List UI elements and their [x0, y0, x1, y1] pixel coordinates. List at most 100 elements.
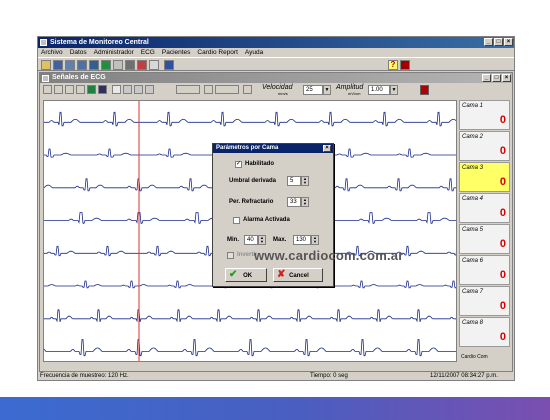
- measure-icon[interactable]: [123, 85, 132, 94]
- speed-select[interactable]: 25: [303, 85, 323, 95]
- watermark: www.cardiocom.com.ar: [254, 248, 404, 263]
- maximize-button[interactable]: □: [494, 38, 503, 46]
- bed-3[interactable]: Cama 3 0: [459, 162, 510, 192]
- bed-value: 0: [499, 269, 506, 281]
- ecg-window-titlebar[interactable]: Señales de ECG _ □ ×: [40, 73, 512, 83]
- ecg-window-icon: [42, 75, 49, 82]
- alarm-icon[interactable]: [137, 60, 147, 70]
- menu-pacientes[interactable]: Pacientes: [162, 48, 191, 57]
- window-controls: _ □ ×: [484, 38, 513, 46]
- dialog-title: Parámetros por Cama: [216, 145, 279, 151]
- max-input[interactable]: 130: [293, 235, 311, 245]
- patient-icon[interactable]: [101, 60, 111, 70]
- bed-name: Cama 5: [462, 227, 484, 233]
- max-spinner-icon[interactable]: ▲ ▼: [311, 235, 319, 245]
- app-title: Sistema de Monitoreo Central: [50, 39, 149, 46]
- bed-7[interactable]: Cama 7 0: [459, 286, 510, 316]
- next-icon[interactable]: [65, 85, 74, 94]
- zoom-icon[interactable]: [112, 85, 121, 94]
- save-icon[interactable]: [53, 60, 63, 70]
- bed-value: 0: [499, 207, 506, 219]
- ecg-close-button[interactable]: ×: [502, 74, 511, 82]
- menu-administrador[interactable]: Administrador: [94, 48, 134, 57]
- scroll-left-arrow-icon[interactable]: [204, 85, 213, 94]
- bed-2[interactable]: Cama 2 0: [459, 131, 510, 161]
- settings-icon[interactable]: [125, 60, 135, 70]
- stop-icon[interactable]: [420, 85, 429, 95]
- bed-5[interactable]: Cama 5 0: [459, 224, 510, 254]
- monitor-icon[interactable]: [65, 60, 75, 70]
- bed-8[interactable]: Cama 8 0: [459, 317, 510, 347]
- screen: Sistema de Monitoreo Central _ □ × Archi…: [0, 0, 550, 420]
- bed-name: Cama 6: [462, 258, 484, 264]
- bottom-band: [0, 397, 550, 420]
- bed-6[interactable]: Cama 6 0: [459, 255, 510, 285]
- ok-button[interactable]: ✔ OK: [225, 268, 267, 282]
- prev-icon[interactable]: [54, 85, 63, 94]
- menubar: Archivo Datos Administrador ECG Paciente…: [38, 48, 514, 57]
- minimize-button[interactable]: _: [484, 38, 493, 46]
- bed-value: 0: [499, 176, 506, 188]
- bed-parameters-dialog: Parámetros por Cama × ✓ Habilitado Umbra…: [212, 143, 334, 287]
- record-icon[interactable]: [87, 85, 96, 94]
- time-status: Tiempo: 0 seg: [310, 373, 348, 379]
- first-icon[interactable]: [43, 85, 52, 94]
- amplitude-label: Amplitud: [336, 84, 364, 91]
- open-folder-icon[interactable]: [41, 60, 51, 70]
- invert-checkbox[interactable]: [227, 252, 234, 259]
- scroll-right-track[interactable]: [215, 85, 239, 94]
- datetime-status: 12/11/2007 08:34:27 p.m.: [430, 373, 498, 379]
- help-icon[interactable]: ?: [388, 60, 398, 70]
- disabled-tool-icon[interactable]: [113, 60, 123, 70]
- dialog-close-button[interactable]: ×: [323, 145, 331, 152]
- calibrate-icon[interactable]: [145, 85, 154, 94]
- threshold-spinner-icon[interactable]: ▲ ▼: [301, 176, 309, 186]
- speed-dropdown-icon[interactable]: ▼: [323, 85, 331, 95]
- bed-1[interactable]: Cama 1 0: [459, 100, 510, 130]
- amplitude-dropdown-icon[interactable]: ▼: [390, 85, 398, 95]
- exit-icon[interactable]: [400, 60, 410, 70]
- chart-icon[interactable]: [89, 60, 99, 70]
- menu-archivo[interactable]: Archivo: [41, 48, 63, 57]
- pause-icon[interactable]: [76, 85, 85, 94]
- ecg-maximize-button[interactable]: □: [492, 74, 501, 82]
- scroll-right-arrow-icon[interactable]: [243, 85, 252, 94]
- min-input[interactable]: 40: [244, 235, 258, 245]
- alarm-label: Alarma Activada: [243, 217, 290, 223]
- menu-cardio-report[interactable]: Cardio Report: [197, 48, 237, 57]
- grid-icon[interactable]: [134, 85, 143, 94]
- ecg-trace-bed-7: [44, 309, 456, 323]
- amplitude-unit: mV/cm: [348, 91, 361, 96]
- cancel-button[interactable]: ✘ Cancel: [273, 268, 323, 282]
- bed-name: Cama 1: [462, 103, 484, 109]
- speed-unit: mm/s: [278, 91, 288, 96]
- min-spinner-icon[interactable]: ▲ ▼: [258, 235, 266, 245]
- menu-datos[interactable]: Datos: [70, 48, 87, 57]
- network-icon[interactable]: [164, 60, 174, 70]
- enabled-checkbox[interactable]: ✓: [235, 161, 242, 168]
- alarm-checkbox[interactable]: [233, 217, 240, 224]
- menu-ayuda[interactable]: Ayuda: [245, 48, 263, 57]
- amplitude-select[interactable]: 1.00: [368, 85, 390, 95]
- menu-ecg[interactable]: ECG: [141, 48, 155, 57]
- bed-name: Cama 4: [462, 196, 484, 202]
- scroll-left-track[interactable]: [176, 85, 200, 94]
- close-button[interactable]: ×: [504, 38, 513, 46]
- cancel-label: Cancel: [289, 273, 309, 279]
- bed-4[interactable]: Cama 4 0: [459, 193, 510, 223]
- bed-value: 0: [499, 145, 506, 157]
- grid-view-icon[interactable]: [77, 60, 87, 70]
- dialog-titlebar[interactable]: Parámetros por Cama ×: [213, 144, 333, 153]
- app-titlebar[interactable]: Sistema de Monitoreo Central _ □ ×: [38, 37, 514, 48]
- report-icon[interactable]: [149, 60, 159, 70]
- print-icon[interactable]: [98, 85, 107, 94]
- status-bar: Frecuencia de muestreo: 120 Hz. Tiempo: …: [38, 372, 514, 381]
- min-label: Min.: [227, 237, 239, 243]
- refractory-input[interactable]: 33: [287, 197, 301, 207]
- refractory-spinner-icon[interactable]: ▲ ▼: [301, 197, 309, 207]
- threshold-label: Umbral derivada: [229, 178, 277, 184]
- app-icon: [40, 39, 47, 46]
- ecg-minimize-button[interactable]: _: [482, 74, 491, 82]
- cross-icon: ✘: [277, 269, 286, 280]
- threshold-input[interactable]: 5: [287, 176, 301, 186]
